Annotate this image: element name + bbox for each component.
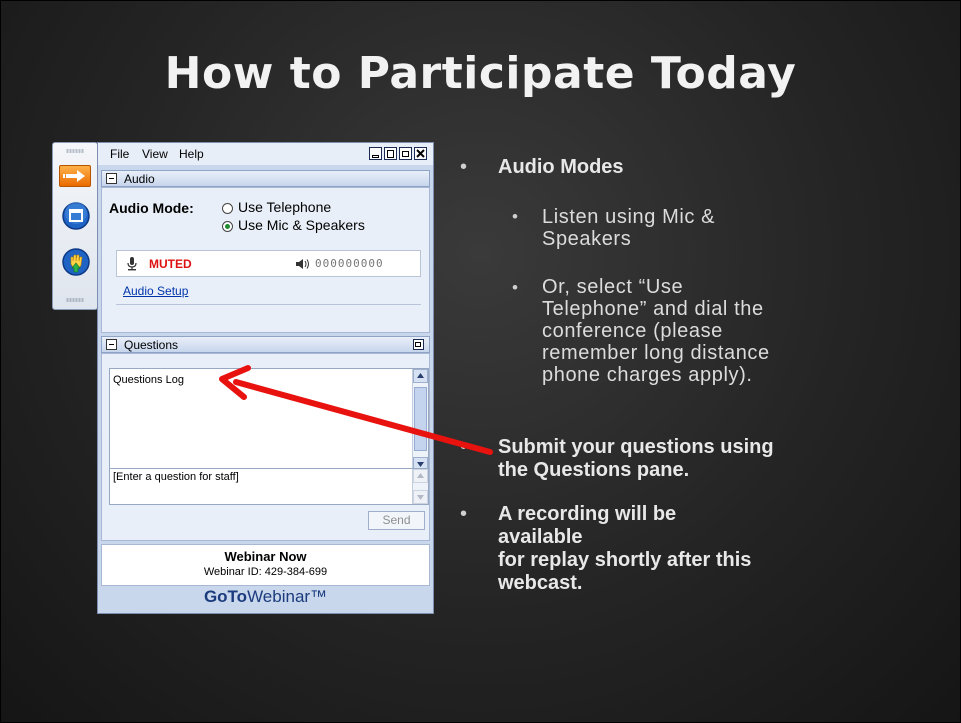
sub-bullet-dot: • [512, 278, 518, 297]
collapse-audio-icon[interactable] [106, 173, 117, 184]
side-toolbar [52, 142, 98, 310]
toolbar-grip-bottom[interactable] [66, 298, 84, 302]
bullet-recording-1: A recording will be [498, 503, 677, 525]
use-mic-speakers-radio[interactable] [222, 221, 233, 232]
bullet-questions-2: the Questions pane. [498, 459, 690, 481]
collapse-arrow-button[interactable] [59, 165, 91, 187]
bullet-audio-modes: Audio Modes [498, 156, 624, 178]
input-scroll-down-icon[interactable] [413, 490, 428, 504]
audio-panel-title: Audio [124, 172, 155, 186]
popout-icon[interactable] [413, 339, 424, 350]
bullet-recording-4: webcast. [498, 572, 583, 594]
questions-log[interactable]: Questions Log [109, 368, 429, 472]
microphone-icon[interactable] [126, 257, 138, 271]
sub-bullet-listen-1: Listen using Mic & [542, 206, 716, 228]
input-scroll-up-icon[interactable] [413, 469, 428, 483]
sub-bullet-telephone-2: Telephone” and dial the [542, 298, 764, 320]
questions-panel-header[interactable]: Questions [101, 336, 430, 353]
question-input[interactable]: [Enter a question for staff] [109, 468, 429, 505]
slide-title: How to Participate Today [164, 48, 797, 99]
sub-bullet-telephone-3: conference (please [542, 320, 723, 342]
sub-bullet-listen-2: Speakers [542, 228, 632, 250]
audio-panel: Audio Mode: Use Telephone Use Mic & Spea… [101, 187, 430, 333]
questions-panel-title: Questions [124, 338, 179, 352]
send-button[interactable]: Send [368, 511, 425, 530]
questions-log-scrollbar[interactable] [412, 369, 428, 471]
minimize-button[interactable] [369, 147, 382, 160]
raise-hand-button[interactable] [61, 247, 91, 277]
detach-button[interactable] [399, 147, 412, 160]
audio-divider [116, 304, 421, 305]
bullet-questions-1: Submit your questions using [498, 436, 774, 458]
bullet-dot: • [460, 503, 468, 525]
sub-bullet-dot: • [512, 207, 518, 226]
audio-status-bar: MUTED 000000000 [116, 250, 421, 277]
close-icon [416, 149, 425, 158]
menu-file[interactable]: File [110, 147, 129, 161]
menu-bar: File View Help [98, 143, 433, 165]
bullet-dot: • [460, 156, 468, 178]
use-telephone-label[interactable]: Use Telephone [238, 199, 331, 215]
audio-mode-label: Audio Mode: [109, 200, 194, 216]
restore-button[interactable] [384, 147, 397, 160]
brand-rest: Webinar™ [247, 587, 328, 606]
use-telephone-radio[interactable] [222, 203, 233, 214]
use-mic-speakers-label[interactable]: Use Mic & Speakers [238, 217, 365, 233]
arrow-right-icon [63, 170, 85, 182]
bullet-recording-2: available [498, 526, 583, 548]
scroll-thumb[interactable] [414, 387, 427, 451]
raise-hand-icon [62, 248, 90, 276]
collapse-questions-icon[interactable] [106, 339, 117, 350]
webinar-id: Webinar ID: 429-384-699 [203, 566, 328, 578]
sub-bullet-telephone-4: remember long distance [542, 342, 770, 364]
questions-panel: Questions Log [Enter a question for staf… [101, 353, 430, 541]
question-input-placeholder: [Enter a question for staff] [113, 471, 239, 483]
screen-view-button[interactable] [61, 201, 91, 231]
window-icon [62, 202, 90, 230]
webinar-control-panel: File View Help Audio Audio Mode: Use Tel… [97, 142, 434, 614]
gotowebinar-logo: GoToWebinar™ [98, 587, 433, 607]
speaker-level-meter: 000000000 [315, 257, 384, 270]
muted-status: MUTED [149, 257, 192, 271]
scroll-up-icon[interactable] [413, 369, 428, 383]
menu-help[interactable]: Help [179, 147, 204, 161]
bullet-recording-3: for replay shortly after this [498, 549, 752, 571]
sub-bullet-telephone-1: Or, select “Use [542, 276, 684, 298]
question-input-scrollbar[interactable] [412, 469, 428, 504]
speaker-icon [296, 259, 309, 269]
menu-view[interactable]: View [142, 147, 168, 161]
close-button[interactable] [414, 147, 427, 160]
audio-setup-link[interactable]: Audio Setup [123, 284, 188, 298]
bullet-dot: • [460, 436, 468, 458]
sub-bullet-telephone-5: phone charges apply). [542, 364, 753, 386]
brand-bold: GoTo [203, 587, 248, 606]
audio-panel-header[interactable]: Audio [101, 170, 430, 187]
questions-log-label: Questions Log [113, 374, 184, 386]
webinar-title: Webinar Now [224, 549, 307, 564]
webinar-info: Webinar Now Webinar ID: 429-384-699 [101, 544, 430, 586]
toolbar-grip-top[interactable] [66, 149, 84, 153]
